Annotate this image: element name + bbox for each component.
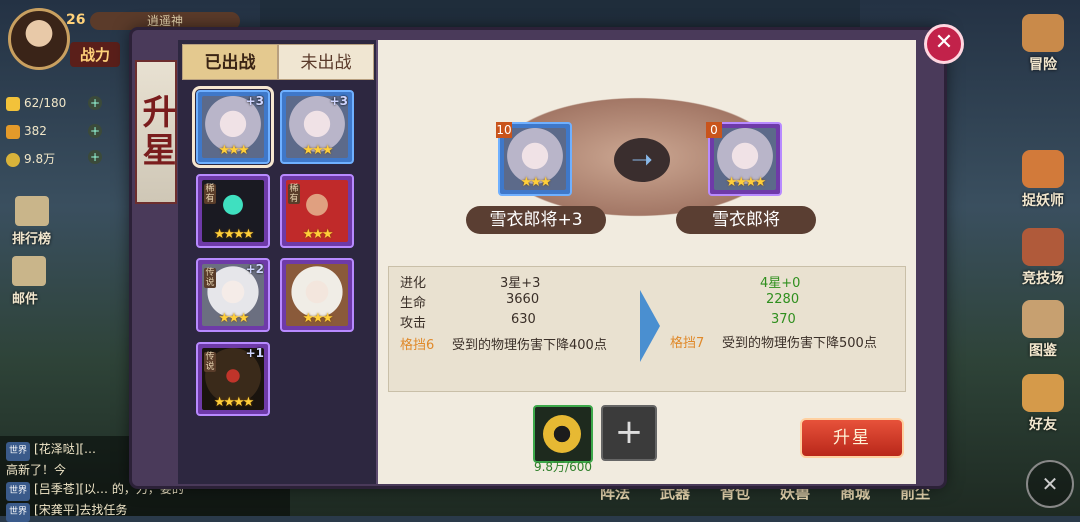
card-stars: ★★★ bbox=[218, 143, 250, 158]
add-gold-button[interactable]: + bbox=[88, 124, 102, 138]
adventure-icon bbox=[1022, 14, 1064, 52]
coin-value: 9.8万 bbox=[24, 152, 56, 166]
coin-cost-text: 9.8万/600 bbox=[533, 460, 593, 474]
add-coin-button[interactable]: + bbox=[88, 150, 102, 164]
chat-tag: 世界 bbox=[6, 503, 31, 522]
card-plus: +1 bbox=[245, 346, 264, 360]
rank-button[interactable]: 排行榜 bbox=[12, 196, 51, 247]
card-stars: ★★★ bbox=[302, 143, 334, 158]
after-stars: ★★★★ bbox=[725, 175, 767, 190]
codex-button[interactable]: 图鉴 bbox=[1012, 300, 1074, 360]
card-stars: ★★★★ bbox=[213, 395, 255, 410]
mail-icon bbox=[12, 256, 46, 286]
rarity-tag: 稀有 bbox=[204, 184, 216, 204]
hero-card[interactable]: +3 ★★★ bbox=[192, 86, 274, 168]
stamina-resource: 62/180 bbox=[6, 96, 66, 111]
card-stars: ★★★★ bbox=[213, 227, 255, 242]
friends-icon bbox=[1022, 374, 1064, 412]
player-level: 26 bbox=[66, 12, 86, 28]
demon-hunter-label: 捉妖师 bbox=[1022, 193, 1064, 209]
adventure-button[interactable]: 冒险 bbox=[1012, 14, 1074, 74]
rank-label: 排行榜 bbox=[12, 232, 52, 247]
stat-atk-after: 370 bbox=[771, 312, 796, 327]
lightning-icon bbox=[6, 96, 20, 111]
gold-icon bbox=[6, 124, 20, 139]
before-hero-name: 雪衣郎将+3 bbox=[466, 206, 606, 234]
stat-arrow-icon bbox=[640, 290, 660, 362]
add-stamina-button[interactable]: + bbox=[88, 96, 102, 110]
hero-tabs: 已出战 未出战 bbox=[182, 44, 374, 80]
before-stars: ★★★ bbox=[520, 175, 552, 190]
stat-block-before-label: 格挡6 bbox=[400, 338, 435, 353]
add-material-button[interactable]: + bbox=[601, 405, 657, 461]
chat-text: [花泽哒][… bbox=[34, 442, 97, 456]
hero-card[interactable]: ★★★ bbox=[280, 258, 354, 332]
card-stars: ★★★ bbox=[302, 311, 334, 326]
mail-button[interactable]: 邮件 bbox=[12, 256, 46, 307]
codex-icon bbox=[1022, 300, 1064, 338]
rarity-tag: 稀有 bbox=[288, 184, 300, 204]
chat-text: 高新了！今 bbox=[6, 463, 67, 477]
stat-hp-before: 3660 bbox=[506, 292, 540, 307]
arena-label: 竞技场 bbox=[1022, 271, 1064, 287]
after-hero-name: 雪衣郎将 bbox=[676, 206, 816, 234]
friends-label: 好友 bbox=[1029, 417, 1057, 433]
stat-hp-label: 生命 bbox=[400, 296, 427, 311]
stat-block-after-text: 受到的物理伤害下降500点 bbox=[722, 336, 877, 351]
codex-label: 图鉴 bbox=[1029, 343, 1057, 359]
stat-block-after-label: 格挡7 bbox=[670, 336, 705, 351]
stat-evolve-before: 3星+3 bbox=[500, 276, 541, 291]
panel-title: 升星 bbox=[135, 60, 177, 204]
chat-line: 世界 [宋龚平]去找任务 bbox=[6, 501, 284, 522]
right-hud: 冒险 捉妖师 竞技场 图鉴 好友 bbox=[1000, 0, 1080, 516]
arena-icon bbox=[1022, 228, 1064, 266]
arrow-right-icon: ➝ bbox=[614, 138, 670, 182]
chat-tag: 世界 bbox=[6, 482, 31, 501]
coin-resource: 9.8万 bbox=[6, 150, 55, 167]
rarity-tag: 传说 bbox=[204, 352, 216, 372]
close-icon[interactable]: ✕ bbox=[924, 24, 964, 64]
demon-hunter-button[interactable]: 捉妖师 bbox=[1012, 150, 1074, 210]
chat-tag: 世界 bbox=[6, 442, 31, 461]
hero-card[interactable]: 稀有 ★★★ bbox=[280, 174, 354, 248]
hero-card[interactable]: 传说 +1 ★★★★ bbox=[196, 342, 270, 416]
hero-card[interactable]: 稀有 ★★★★ bbox=[196, 174, 270, 248]
stamina-value: 62/180 bbox=[24, 96, 67, 110]
coin-icon bbox=[6, 152, 20, 167]
hero-card[interactable]: +3 ★★★ bbox=[280, 90, 354, 164]
player-name: 逍遥神 bbox=[90, 12, 240, 30]
player-avatar[interactable] bbox=[8, 8, 70, 70]
friends-button[interactable]: 好友 bbox=[1012, 374, 1074, 434]
stat-atk-before: 630 bbox=[511, 312, 536, 327]
tab-deployed[interactable]: 已出战 bbox=[182, 44, 278, 80]
card-stars: ★★★ bbox=[302, 227, 334, 242]
card-stars: ★★★ bbox=[218, 311, 250, 326]
gold-value: 382 bbox=[24, 124, 47, 138]
card-plus: +3 bbox=[245, 94, 264, 108]
joystick-icon[interactable]: ✕ bbox=[1026, 460, 1074, 508]
stat-hp-after: 2280 bbox=[766, 292, 800, 307]
tab-not-deployed[interactable]: 未出战 bbox=[278, 44, 374, 80]
before-level-badge: 10 bbox=[496, 122, 512, 138]
chat-text: [宋龚平]去找任务 bbox=[34, 503, 128, 517]
power-label: 战力 bbox=[70, 42, 121, 67]
after-level-badge: 0 bbox=[706, 122, 722, 138]
coin-icon bbox=[543, 415, 581, 453]
rarity-tag: 传说 bbox=[204, 268, 216, 288]
arena-button[interactable]: 竞技场 bbox=[1012, 228, 1074, 288]
coin-cost-slot[interactable] bbox=[533, 405, 593, 463]
adventure-label: 冒险 bbox=[1029, 57, 1057, 73]
card-plus: +3 bbox=[329, 94, 348, 108]
rank-icon bbox=[14, 196, 49, 226]
stat-evolve-after: 4星+0 bbox=[760, 276, 801, 291]
stat-block-before-text: 受到的物理伤害下降400点 bbox=[452, 338, 607, 353]
stat-atk-label: 攻击 bbox=[400, 316, 427, 331]
card-plus: +2 bbox=[245, 262, 264, 276]
stat-evolve-label: 进化 bbox=[400, 276, 427, 291]
mail-label: 邮件 bbox=[12, 292, 39, 307]
upgrade-star-button[interactable]: 升星 bbox=[800, 418, 904, 458]
hero-card[interactable]: 传说 +2 ★★★ bbox=[196, 258, 270, 332]
demon-hunter-icon bbox=[1022, 150, 1064, 188]
gold-resource: 382 bbox=[6, 124, 47, 139]
